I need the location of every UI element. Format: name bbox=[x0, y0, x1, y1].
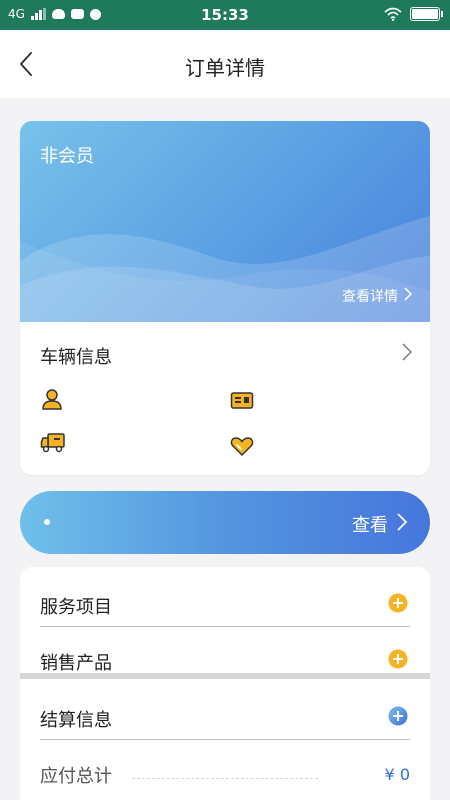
battery-icon bbox=[410, 7, 443, 21]
wifi-icon bbox=[384, 7, 402, 21]
section-settlement-info[interactable]: 结算信息 bbox=[40, 684, 410, 740]
total-row: 应付总计 ¥ 0 bbox=[40, 740, 410, 796]
section-service-items[interactable]: 服务项目 bbox=[40, 571, 410, 627]
section-divider bbox=[20, 673, 430, 679]
section-label: 结算信息 bbox=[40, 710, 112, 731]
view-bar[interactable]: 查看 bbox=[20, 491, 430, 554]
person-icon bbox=[42, 389, 62, 410]
section-label: 服务项目 bbox=[40, 597, 112, 618]
view-link[interactable]: 查看 bbox=[352, 511, 388, 537]
member-vehicle-card: 非会员 查看详情 车辆信息 bbox=[20, 121, 430, 475]
plus-circle-orange-icon[interactable] bbox=[388, 649, 408, 669]
page-title: 订单详情 bbox=[185, 56, 265, 80]
member-level: 非会员 bbox=[40, 146, 94, 167]
total-label: 应付总计 bbox=[40, 766, 112, 787]
clock: 15:33 bbox=[201, 6, 249, 24]
status-right bbox=[384, 7, 443, 21]
plus-circle-orange-icon[interactable] bbox=[388, 593, 408, 613]
vehicle-info-title: 车辆信息 bbox=[40, 347, 112, 368]
order-sections: 服务项目 销售产品 结算信息 应付总计 ¥ 0 bbox=[20, 567, 430, 800]
nav-bar: 订单详情 bbox=[0, 30, 450, 98]
truck-icon bbox=[40, 433, 65, 453]
section-label: 销售产品 bbox=[40, 653, 112, 674]
member-card[interactable]: 非会员 查看详情 bbox=[20, 121, 430, 322]
chevron-right-icon bbox=[404, 287, 412, 301]
plus-circle-blue-icon[interactable] bbox=[388, 706, 408, 726]
bar-dot bbox=[44, 519, 50, 525]
heart-icon bbox=[230, 437, 254, 457]
total-amount: ¥ 0 bbox=[384, 765, 410, 784]
chevron-right-icon[interactable] bbox=[402, 343, 412, 361]
view-details-link[interactable]: 查看详情 bbox=[342, 286, 398, 306]
status-bar: 4G 15:33 bbox=[0, 0, 450, 30]
chevron-right-icon bbox=[397, 513, 408, 531]
dashed-leader bbox=[132, 778, 318, 779]
license-plate-icon bbox=[230, 392, 254, 409]
